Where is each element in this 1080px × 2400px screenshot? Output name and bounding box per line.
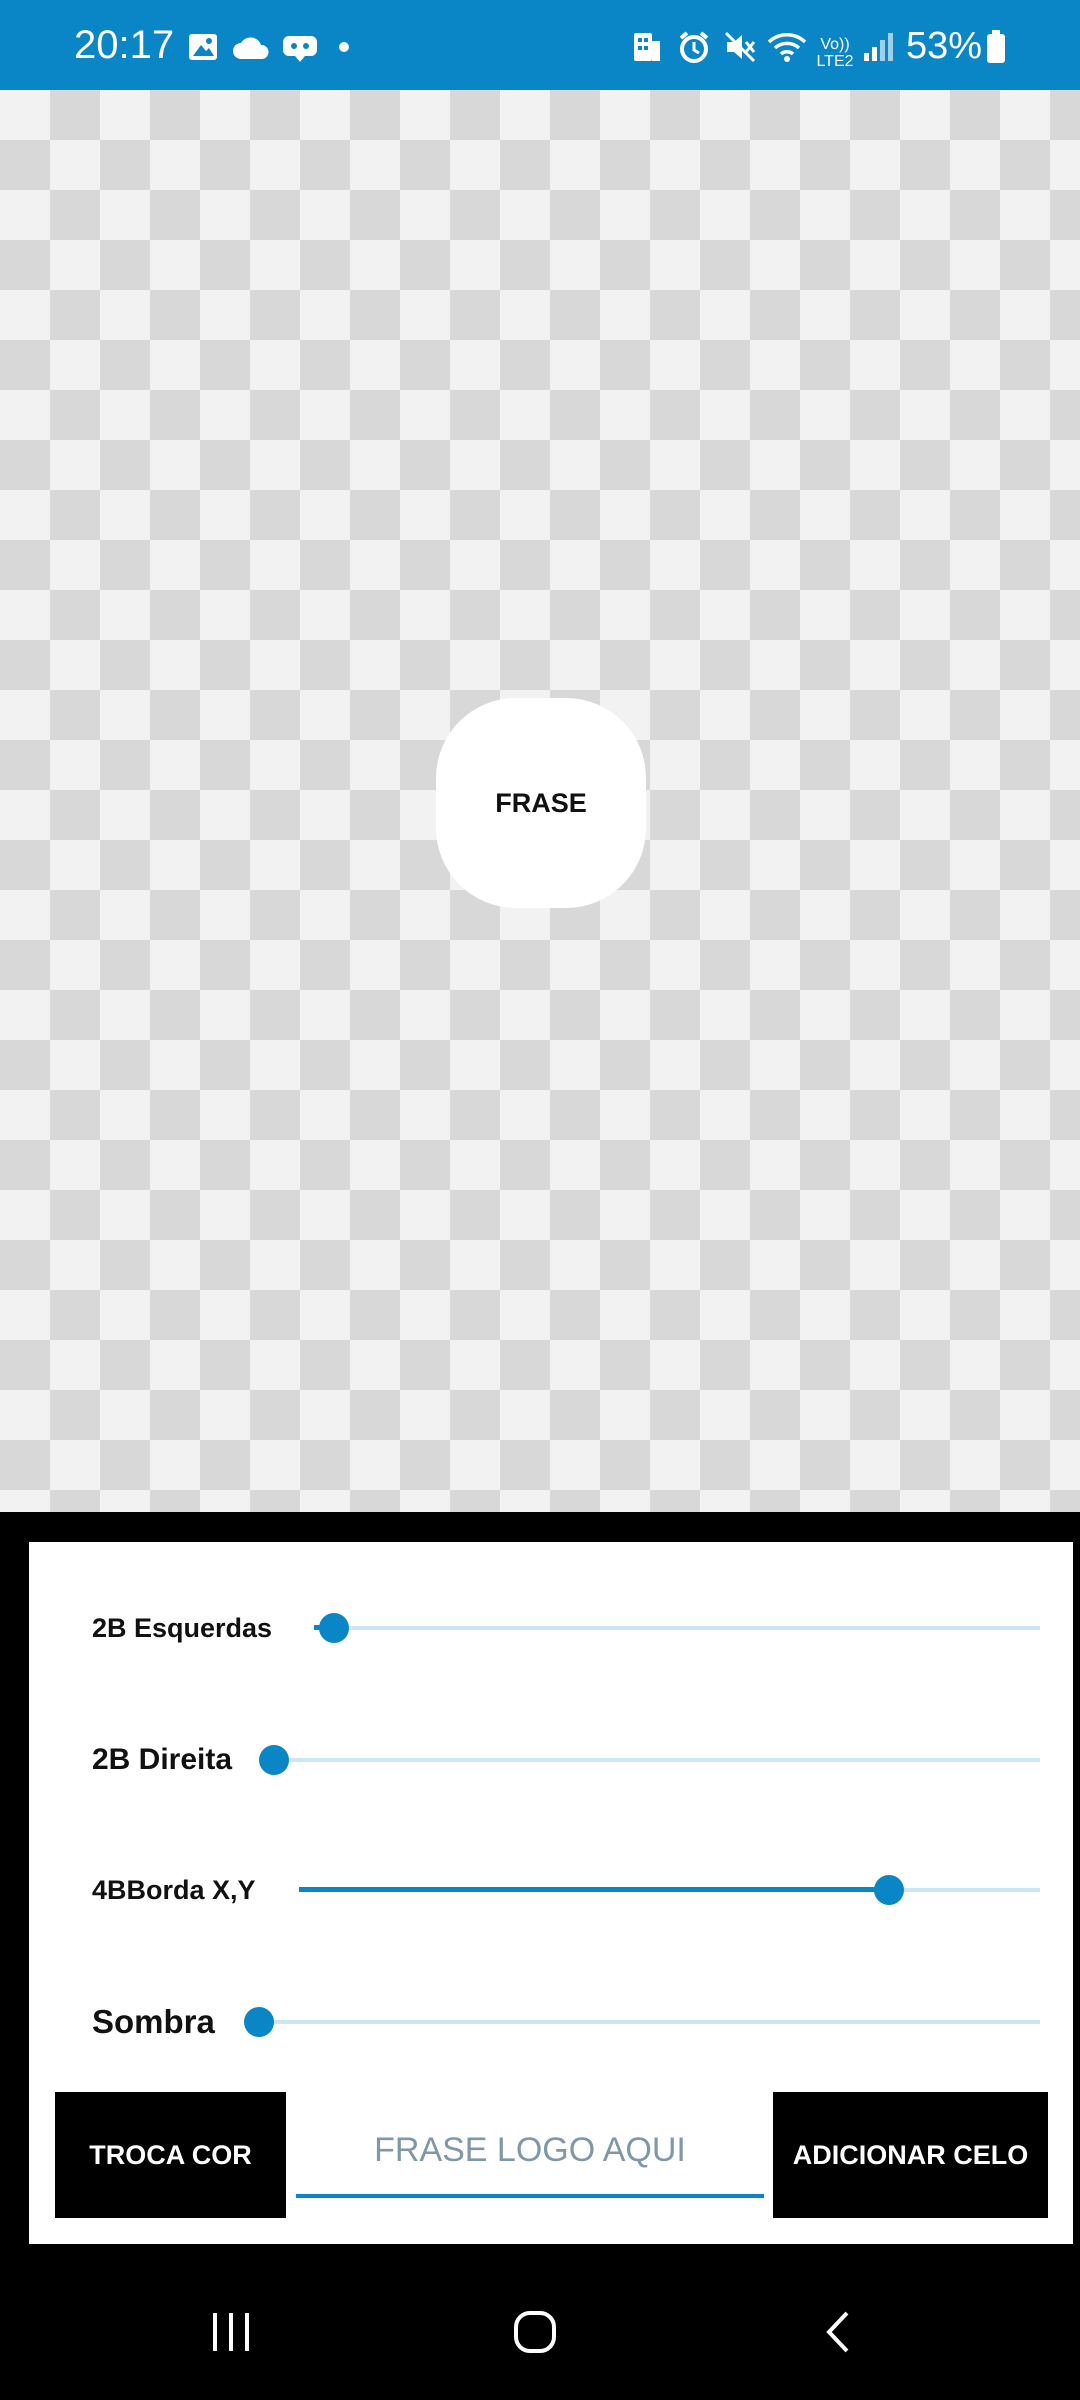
slider-fill-borda bbox=[299, 1887, 889, 1892]
phrase-input-wrapper bbox=[296, 2102, 764, 2202]
slider-row-sombra: Sombra bbox=[29, 1992, 1073, 2052]
slider-label-esquerdas: 2B Esquerdas bbox=[92, 1612, 273, 1643]
slider-track-direita[interactable] bbox=[274, 1758, 1040, 1762]
network-label-bottom: LTE2 bbox=[816, 53, 854, 70]
navigation-bar bbox=[0, 2262, 1080, 2400]
slider-thumb-esquerdas[interactable] bbox=[319, 1613, 349, 1643]
network-label-top: Vo)) bbox=[820, 36, 850, 53]
slider-row-esquerdas: 2B Esquerdas bbox=[29, 1598, 1073, 1658]
battery-percent: 53% bbox=[906, 25, 983, 67]
signal-icon bbox=[860, 30, 896, 64]
slider-label-sombra: Sombra bbox=[92, 2003, 215, 2040]
battery-icon bbox=[984, 30, 1008, 64]
network-type-label: Vo)) LTE2 bbox=[812, 34, 858, 74]
status-bar: 20:17 Vo)) LTE2 53% bbox=[0, 0, 1080, 90]
alarm-icon bbox=[676, 30, 712, 64]
slider-row-direita: 2B Direita bbox=[29, 1730, 1073, 1790]
recent-apps-icon bbox=[213, 2313, 249, 2351]
cloud-icon bbox=[230, 30, 272, 64]
phrase-input-underline bbox=[296, 2194, 764, 2198]
mute-icon bbox=[722, 30, 758, 64]
phrase-bubble[interactable]: FRASE bbox=[436, 698, 646, 908]
home-icon bbox=[514, 2311, 556, 2353]
back-button[interactable] bbox=[798, 2302, 878, 2362]
add-seal-button[interactable]: ADICIONAR CELO bbox=[773, 2092, 1048, 2218]
image-icon bbox=[186, 30, 220, 64]
image-canvas[interactable]: FRASE bbox=[0, 90, 1080, 1512]
slider-label-direita: 2B Direita bbox=[92, 1743, 233, 1776]
slider-thumb-sombra[interactable] bbox=[244, 2007, 274, 2037]
slider-thumb-borda[interactable] bbox=[874, 1875, 904, 1905]
recent-apps-button[interactable] bbox=[192, 2302, 272, 2362]
slider-track-esquerdas[interactable] bbox=[314, 1626, 1040, 1630]
status-time: 20:17 bbox=[74, 23, 175, 67]
building-icon bbox=[630, 30, 664, 64]
slider-thumb-direita[interactable] bbox=[259, 1745, 289, 1775]
game-icon bbox=[280, 30, 320, 64]
slider-label-borda: 4BBorda X,Y bbox=[92, 1874, 256, 1905]
wifi-icon bbox=[766, 30, 808, 64]
slider-row-borda: 4BBorda X,Y bbox=[29, 1860, 1073, 1920]
phrase-input[interactable] bbox=[296, 2102, 764, 2198]
back-icon bbox=[826, 2311, 849, 2353]
slider-track-sombra[interactable] bbox=[259, 2020, 1040, 2024]
home-button[interactable] bbox=[495, 2302, 575, 2362]
dot-icon bbox=[336, 30, 352, 64]
change-color-button[interactable]: TROCA COR bbox=[55, 2092, 286, 2218]
